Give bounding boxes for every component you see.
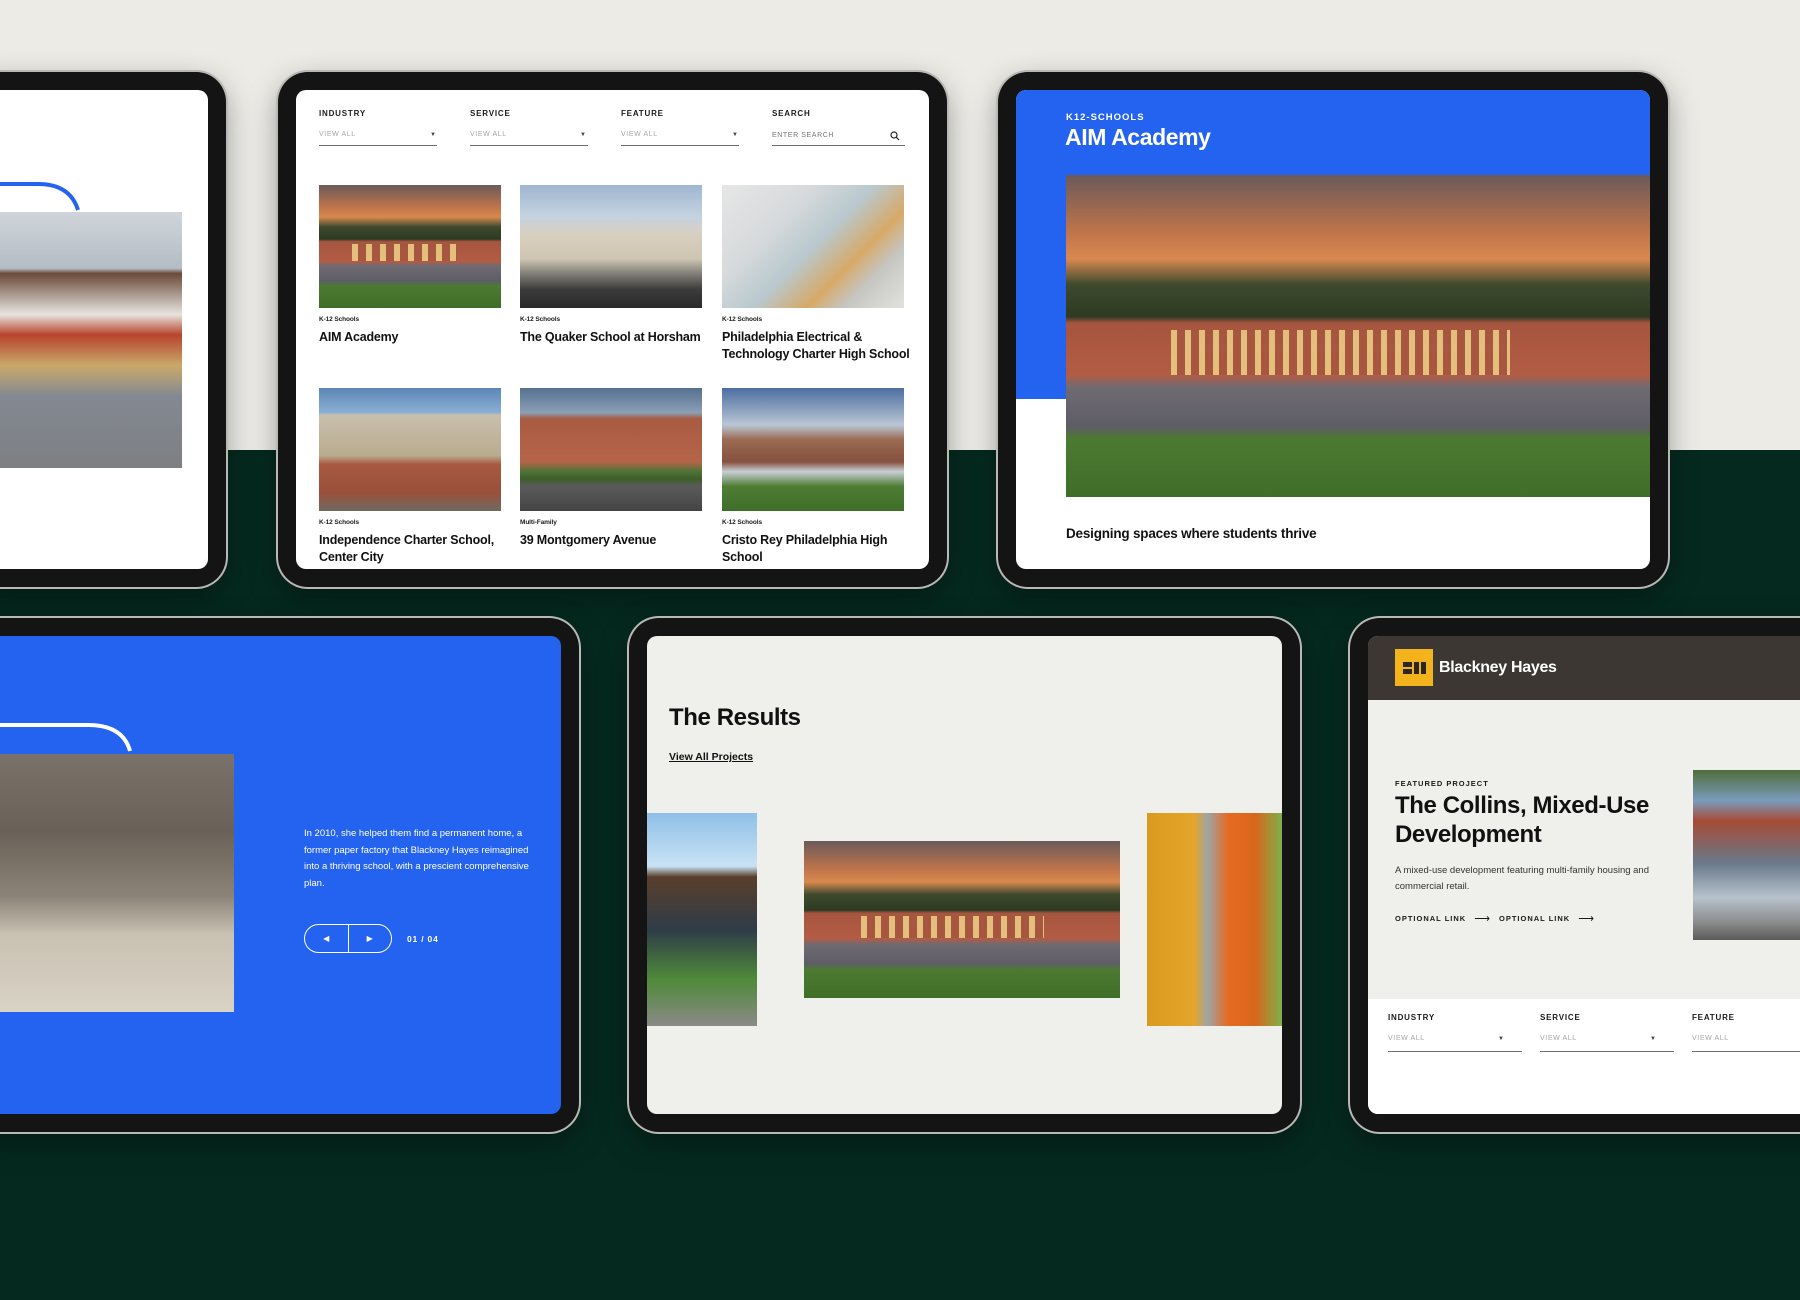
project-tagline: Designing spaces where students thrive [1066, 526, 1317, 541]
optional-link[interactable]: OPTIONAL LINK ⟶ [1499, 912, 1594, 925]
view-all-projects-link[interactable]: View All Projects [669, 751, 753, 763]
project-title: AIM Academy [319, 330, 399, 344]
project-thumbnail [319, 185, 501, 308]
filter-value: VIEW ALL [1692, 1035, 1729, 1042]
arrow-right-icon: ▶ [366, 934, 373, 943]
chevron-down-icon: ▼ [732, 132, 738, 138]
project-title: Philadelphia Electrical & Technology Cha… [722, 330, 910, 361]
search-underline [772, 145, 905, 146]
chevron-down-icon: ▼ [1650, 1036, 1656, 1042]
featured-description: A mixed-use development featuring multi-… [1395, 865, 1649, 892]
tablet-screen: INDUSTRY VIEW ALL ▼ SERVICE VIEW ALL ▼ F… [296, 90, 929, 569]
project-thumbnail [722, 185, 904, 308]
project-thumbnail [520, 185, 702, 308]
arrow-left-icon: ◀ [323, 934, 330, 943]
project-thumbnail [319, 388, 501, 511]
filter-label: FEATURE [1692, 1013, 1735, 1022]
project-category: K-12 Schools [319, 519, 359, 526]
tablet-screen: In 2010, she helped them find a permanen… [0, 636, 561, 1114]
hero-photo [1066, 175, 1650, 497]
tablet-home: Blackney Hayes FEATURED PROJECT The Coll… [1350, 618, 1800, 1132]
project-eyebrow: K12-SCHOOLS [1066, 112, 1145, 123]
project-thumbnail [520, 388, 702, 511]
search-input[interactable] [772, 128, 882, 142]
results-heading: The Results [669, 704, 801, 731]
filter-underline [1540, 1051, 1674, 1052]
arrow-right-icon: ⟶ [1578, 913, 1594, 925]
arrow-right-icon: ⟶ [1474, 913, 1490, 925]
next-slide-button[interactable]: ▶ [349, 925, 392, 952]
bh-logo-icon[interactable] [1395, 649, 1433, 686]
filter-label: FEATURE [621, 109, 664, 118]
optional-link[interactable]: OPTIONAL LINK ⟶ [1395, 912, 1490, 925]
filter-bar: INDUSTRY VIEW ALL ▼ SERVICE VIEW ALL ▼ F… [1368, 999, 1800, 1114]
project-title: AIM Academy [1065, 124, 1211, 150]
library-photo [0, 212, 182, 468]
filter-value: VIEW ALL [1388, 1035, 1425, 1042]
chevron-down-icon: ▼ [1498, 1036, 1504, 1042]
filter-underline [621, 145, 739, 146]
chevron-down-icon: ▼ [430, 132, 436, 138]
slider-controls: ◀ ▶ [304, 924, 392, 953]
project-title: Cristo Rey Philadelphia High School [722, 533, 888, 564]
tablet-library-partial [0, 72, 226, 587]
tablet-screen [0, 90, 208, 569]
project-category: Multi-Family [520, 519, 557, 526]
featured-photo [1693, 770, 1800, 940]
optional-link-label: OPTIONAL LINK [1499, 914, 1571, 923]
brand-name[interactable]: Blackney Hayes [1439, 659, 1557, 677]
filter-value: VIEW ALL [1540, 1035, 1577, 1042]
slide-counter: 01 / 04 [407, 934, 439, 944]
filter-label: SERVICE [470, 109, 511, 118]
featured-eyebrow: FEATURED PROJECT [1395, 779, 1489, 788]
project-category: K-12 Schools [722, 316, 762, 323]
carousel-image-left [647, 813, 757, 1026]
filter-value: VIEW ALL [621, 131, 658, 138]
filter-underline [319, 145, 437, 146]
filter-value: VIEW ALL [319, 131, 356, 138]
project-title: Independence Charter School, Center City [319, 533, 494, 564]
historic-photo [0, 754, 234, 1012]
chevron-down-icon: ▼ [580, 132, 586, 138]
tablet-screen: Blackney Hayes FEATURED PROJECT The Coll… [1368, 636, 1800, 1114]
filter-label: SERVICE [1540, 1013, 1581, 1022]
search-label: SEARCH [772, 109, 811, 118]
story-body: In 2010, she helped them find a permanen… [304, 828, 529, 889]
site-header: Blackney Hayes [1368, 636, 1800, 700]
project-category: K-12 Schools [722, 519, 762, 526]
carousel-image-right [1147, 813, 1282, 1026]
filter-underline [1692, 1051, 1800, 1052]
tablet-screen: The Results View All Projects [647, 636, 1282, 1114]
project-title: 39 Montgomery Avenue [520, 533, 657, 547]
optional-link-label: OPTIONAL LINK [1395, 914, 1467, 923]
tablet-project-detail: K12-SCHOOLS AIM Academy Designing spaces… [998, 72, 1668, 587]
tablet-screen: K12-SCHOOLS AIM Academy Designing spaces… [1016, 90, 1650, 569]
project-category: K-12 Schools [520, 316, 560, 323]
filter-label: INDUSTRY [1388, 1013, 1435, 1022]
tablet-project-grid: INDUSTRY VIEW ALL ▼ SERVICE VIEW ALL ▼ F… [278, 72, 947, 587]
project-category: K-12 Schools [319, 316, 359, 323]
filter-label: INDUSTRY [319, 109, 366, 118]
search-icon[interactable] [890, 131, 900, 141]
prev-slide-button[interactable]: ◀ [305, 925, 349, 952]
project-thumbnail [722, 388, 904, 511]
carousel-image-center [804, 841, 1120, 998]
tablet-story-slider: In 2010, she helped them find a permanen… [0, 618, 579, 1132]
filter-underline [1388, 1051, 1522, 1052]
project-title: The Quaker School at Horsham [520, 330, 701, 344]
tablet-results: The Results View All Projects [629, 618, 1300, 1132]
filter-underline [470, 145, 588, 146]
featured-title: The Collins, Mixed-Use Development [1395, 792, 1649, 848]
filter-value: VIEW ALL [470, 131, 507, 138]
